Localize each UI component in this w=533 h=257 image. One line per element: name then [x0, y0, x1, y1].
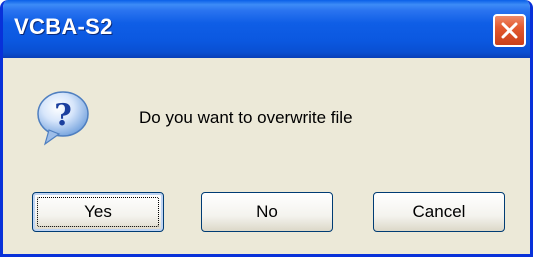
yes-button[interactable]: Yes [32, 192, 164, 232]
question-icon: ? [37, 91, 89, 146]
no-button-label: No [256, 202, 278, 221]
close-button[interactable] [493, 14, 526, 47]
dialog-message: Do you want to overwrite file [139, 108, 353, 127]
dialog-body: ? Do you want to overwrite file Yes No C… [3, 58, 530, 254]
no-button[interactable]: No [201, 192, 333, 232]
focus-indicator [37, 197, 159, 227]
dialog-window: VCBA-S2 ? Do you want to overwrite file [0, 0, 533, 257]
cancel-button-label: Cancel [412, 202, 466, 221]
close-icon [501, 22, 518, 39]
title-bar[interactable]: VCBA-S2 [3, 0, 530, 58]
svg-text:?: ? [54, 98, 72, 133]
window-title: VCBA-S2 [14, 14, 113, 39]
cancel-button[interactable]: Cancel [373, 192, 505, 232]
